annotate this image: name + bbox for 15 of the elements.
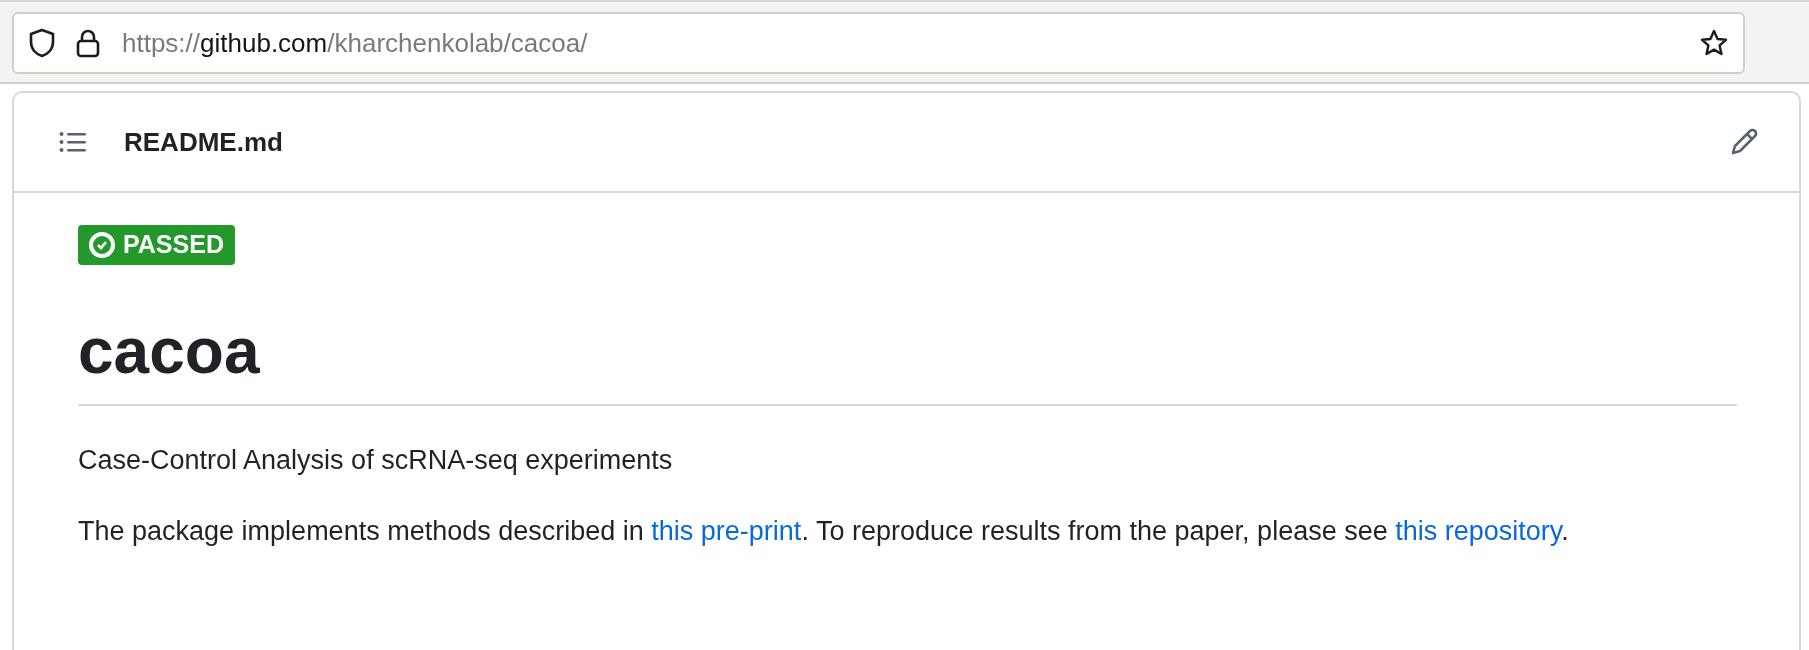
tagline-text: Case-Control Analysis of scRNA-seq experiments [78,443,674,477]
paper-link[interactable]: this repository [1395,516,1562,547]
description-paragraph: The package implements methods described in this pre-print. To reproduce results from the paper, please see this repository. [78,515,1570,549]
file-name: README.md [124,125,283,159]
lock-icon [76,28,100,58]
address-bar[interactable]: https://github.com/kharchenkolab/cacoa/ [12,12,1745,74]
paper-link[interactable]: this pre-print [651,516,802,547]
readme-title: cacoa [78,314,261,389]
list-icon[interactable] [59,130,87,154]
pencil-icon[interactable] [1729,127,1759,157]
check-circle-icon [89,232,115,258]
star-icon[interactable] [1699,28,1729,58]
badge-label: PASSED [123,229,224,261]
url-text: https://github.com/kharchenkolab/cacoa/ [122,26,588,60]
shield-icon [28,28,56,58]
